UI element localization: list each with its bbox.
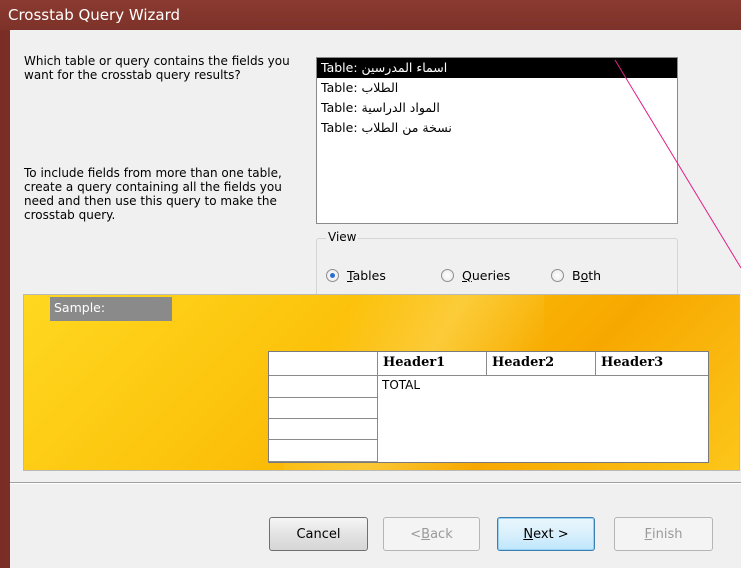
row-header-cell	[269, 352, 378, 376]
view-group-label: View	[326, 230, 359, 244]
row-header-cell	[269, 419, 378, 440]
footer-separator	[10, 482, 741, 484]
sample-row-headers	[269, 352, 378, 462]
column-header-2: Header2	[487, 352, 596, 376]
radio-both[interactable]: Both	[551, 267, 601, 283]
row-header-cell	[269, 376, 378, 398]
list-item[interactable]: Table: نسخة من الطلاب	[317, 118, 677, 138]
radio-unselected-icon[interactable]	[551, 268, 564, 282]
next-button[interactable]: Next >	[497, 517, 595, 551]
instruction-question: Which table or query contains the fields…	[24, 54, 290, 82]
cancel-button[interactable]: Cancel	[269, 517, 368, 551]
radio-queries[interactable]: Queries	[441, 267, 510, 283]
column-header-1: Header1	[378, 352, 487, 376]
radio-tables[interactable]: Tables	[326, 267, 386, 283]
back-button[interactable]: < Back	[383, 517, 480, 551]
list-item[interactable]: Table: اسماء المدرسين	[317, 58, 677, 78]
radio-both-label: Both	[572, 267, 602, 283]
title-bar[interactable]: Crosstab Query Wizard	[0, 0, 741, 30]
sample-total-cell: TOTAL	[382, 378, 421, 392]
radio-selected-icon[interactable]	[326, 268, 339, 282]
window-title: Crosstab Query Wizard	[8, 6, 180, 24]
radio-unselected-icon[interactable]	[441, 268, 454, 282]
row-header-cell	[269, 440, 378, 462]
column-header-3: Header3	[596, 352, 708, 376]
tables-listbox[interactable]: Table: اسماء المدرسين Table: الطلاب Tabl…	[316, 57, 678, 224]
wizard-window: Crosstab Query Wizard Which table or que…	[0, 0, 741, 568]
finish-button[interactable]: Finish	[614, 517, 713, 551]
sample-grid: Header1 Header2 Header3 TOTAL	[268, 351, 709, 463]
sample-label: Sample:	[50, 297, 172, 321]
list-item[interactable]: Table: الطلاب	[317, 78, 677, 98]
radio-tables-label: Tables	[347, 267, 386, 283]
radio-queries-label: Queries	[462, 267, 511, 283]
list-item[interactable]: Table: المواد الدراسية	[317, 98, 677, 118]
row-header-cell	[269, 398, 378, 419]
instruction-hint: To include fields from more than one tab…	[24, 166, 282, 222]
sample-preview-panel: Sample: Header1 Header2 Header3 TOTAL	[23, 294, 740, 471]
wizard-body: Which table or query contains the fields…	[10, 30, 741, 568]
